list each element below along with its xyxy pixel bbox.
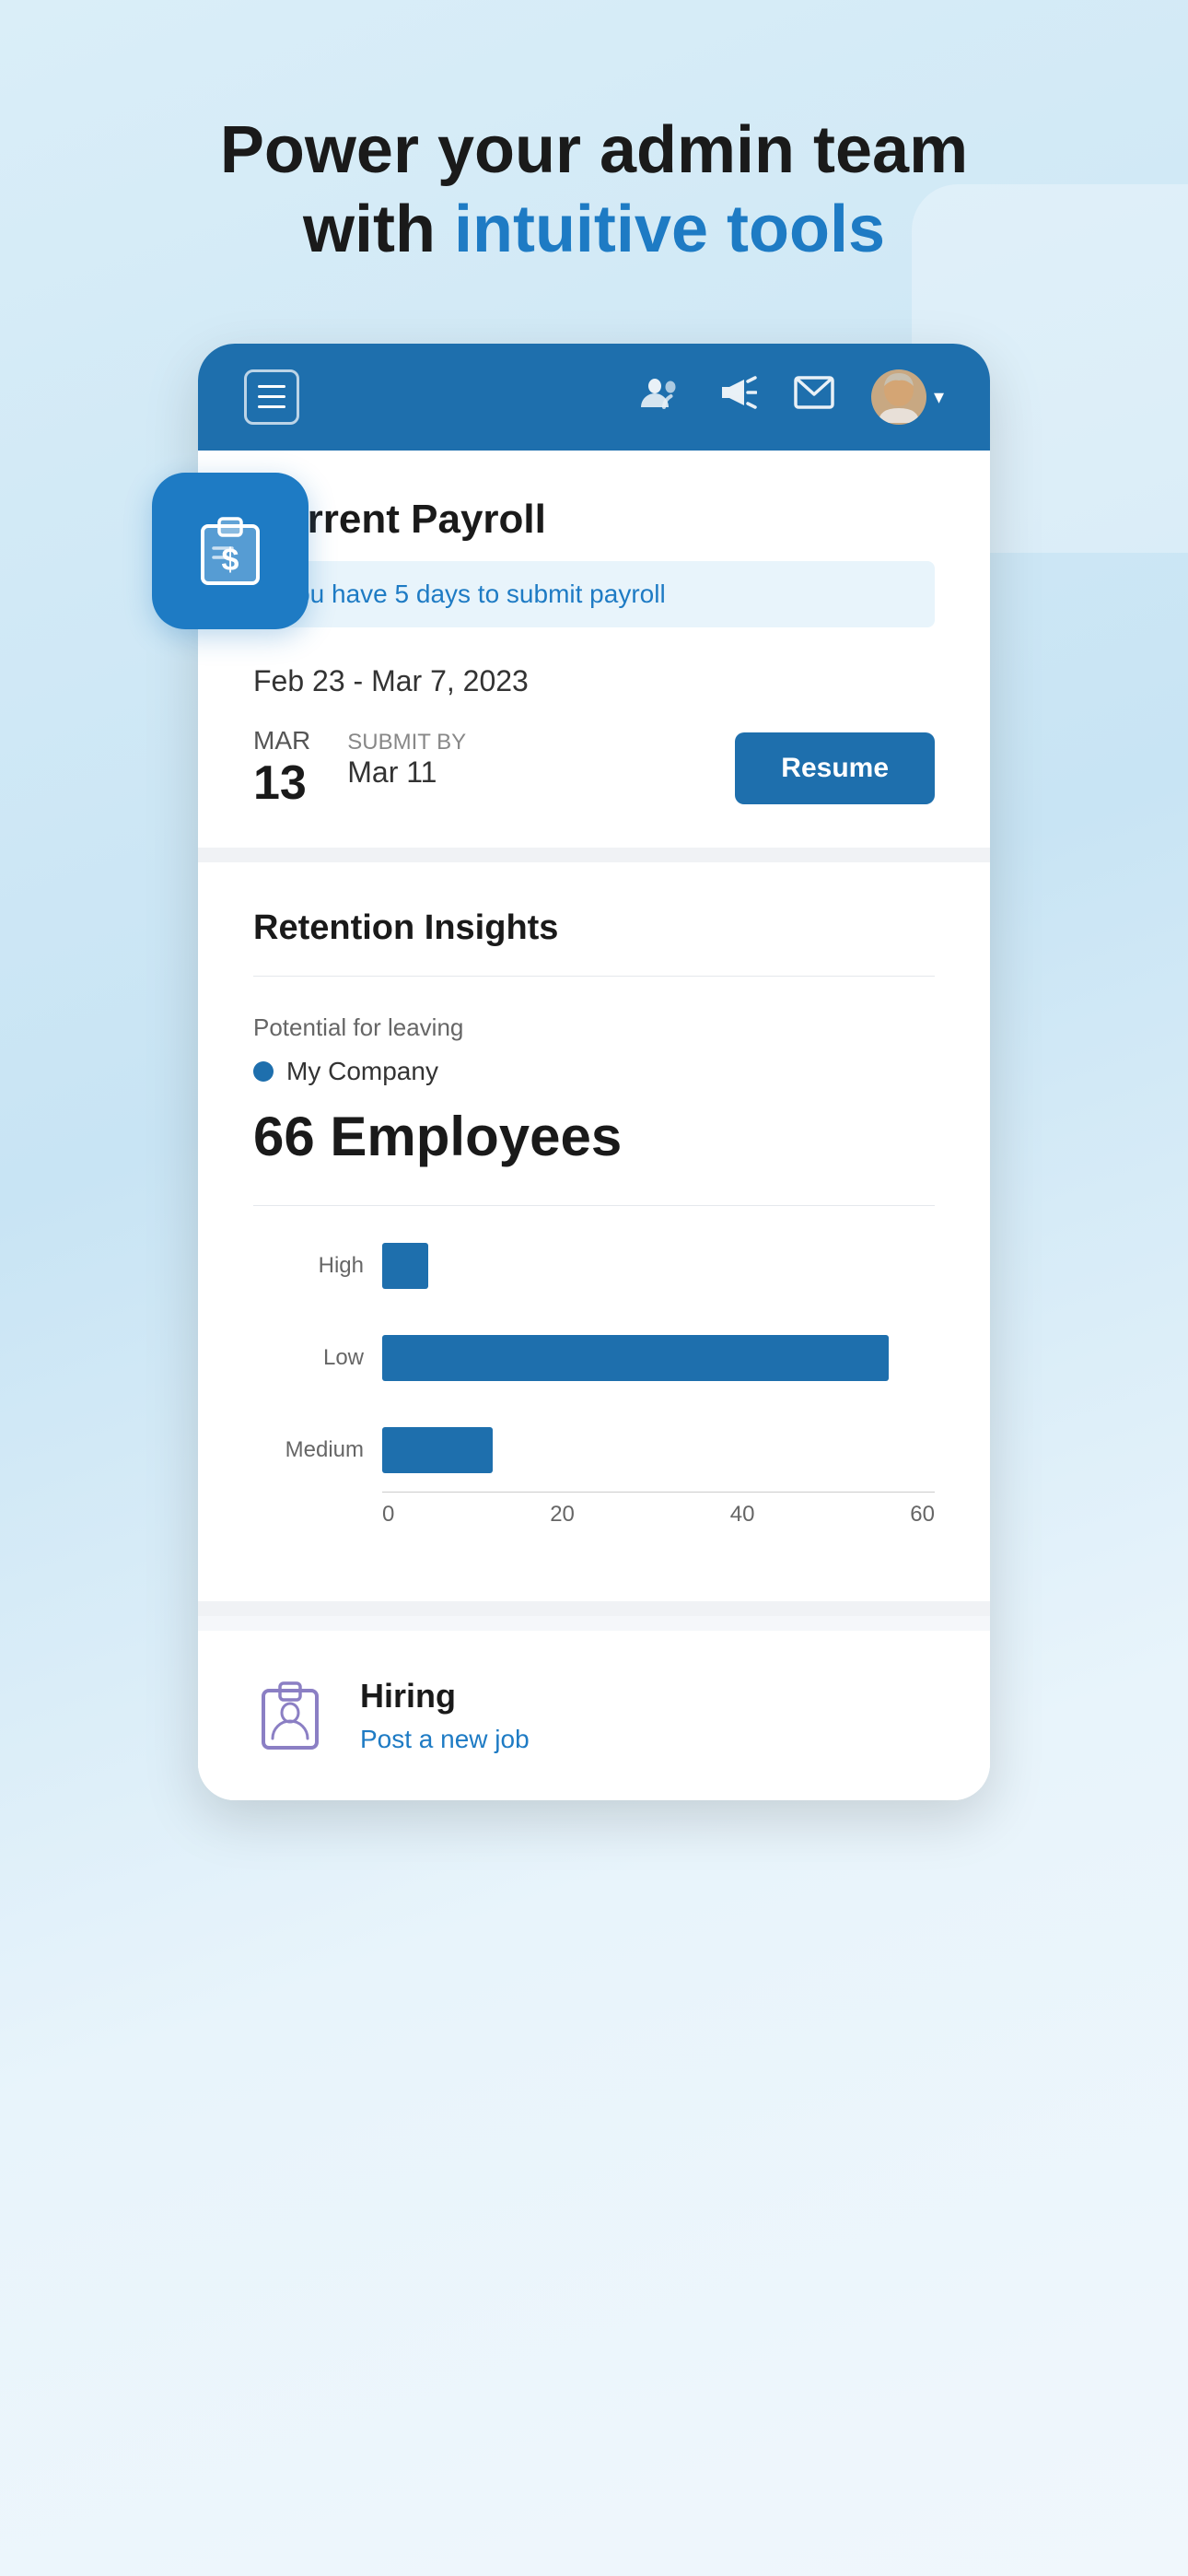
bar-label-low: Low — [253, 1345, 364, 1371]
payroll-svg-icon: $ — [189, 509, 272, 592]
retention-bar-chart: High Low Medium — [253, 1243, 935, 1555]
submit-by-label: SUBMIT BY — [347, 730, 466, 755]
people-icon[interactable] — [639, 374, 680, 419]
axis-label-0: 0 — [382, 1502, 394, 1528]
bar-fill-medium — [382, 1427, 493, 1473]
axis-label-40: 40 — [730, 1502, 755, 1528]
payroll-title: Current Payroll — [253, 497, 935, 543]
payroll-month-day: MAR 13 — [253, 726, 310, 811]
payroll-month: MAR 13 — [253, 726, 310, 811]
retention-title: Retention Insights — [253, 908, 935, 977]
bar-row-high: High — [253, 1243, 935, 1289]
floating-payroll-icon: $ — [152, 473, 309, 629]
company-dot-row: My Company — [253, 1057, 935, 1086]
bar-fill-high — [382, 1243, 428, 1289]
bar-label-high: High — [253, 1253, 364, 1279]
menu-line-2 — [258, 395, 285, 398]
chart-x-axis-line — [382, 1492, 935, 1493]
hiring-icon-wrap — [253, 1679, 327, 1752]
mail-icon[interactable] — [794, 376, 834, 417]
nav-icons-group: ▾ — [639, 369, 944, 425]
user-avatar — [871, 369, 926, 425]
section-divider-2 — [198, 1601, 990, 1616]
bar-fill-low — [382, 1335, 889, 1381]
post-job-link[interactable]: Post a new job — [360, 1725, 530, 1753]
payroll-alert-text: You have 5 days to submit payroll — [281, 580, 666, 608]
bar-row-medium: Medium — [253, 1427, 935, 1473]
bar-label-medium: Medium — [253, 1437, 364, 1463]
employees-count: 66 Employees — [253, 1105, 935, 1168]
hiring-section: Hiring Post a new job — [198, 1631, 990, 1800]
menu-line-3 — [258, 405, 285, 408]
bar-track-medium — [382, 1427, 935, 1473]
payroll-alert-banner: You have 5 days to submit payroll — [253, 561, 935, 627]
menu-line-1 — [258, 385, 285, 388]
user-avatar-button[interactable]: ▾ — [871, 369, 944, 425]
hero-title: Power your admin team with intuitive too… — [37, 111, 1151, 270]
chart-divider — [253, 1205, 935, 1206]
company-dot — [253, 1061, 274, 1082]
section-divider-1 — [198, 848, 990, 862]
hiring-title: Hiring — [360, 1677, 530, 1715]
main-content: Current Payroll You have 5 days to submi… — [198, 451, 990, 1800]
hero-accent: intuitive tools — [454, 193, 885, 266]
axis-label-60: 60 — [910, 1502, 935, 1528]
payroll-section: Current Payroll You have 5 days to submi… — [198, 451, 990, 848]
payroll-meta-row: MAR 13 SUBMIT BY Mar 11 Resume — [253, 726, 935, 811]
hero-line1: Power your admin team — [220, 113, 968, 187]
hiring-content: Hiring Post a new job — [360, 1677, 530, 1754]
payroll-date-range: Feb 23 - Mar 7, 2023 — [253, 664, 935, 698]
avatar-dropdown-arrow: ▾ — [934, 385, 944, 409]
retention-section: Retention Insights Potential for leaving… — [198, 862, 990, 1601]
submit-by-date: Mar 11 — [347, 755, 466, 790]
menu-button[interactable] — [244, 369, 299, 425]
bar-track-high — [382, 1243, 935, 1289]
main-card: ▾ Current Payroll You have 5 days to sub… — [198, 344, 990, 1800]
submit-by-block: SUBMIT BY Mar 11 — [347, 730, 466, 790]
axis-label-20: 20 — [550, 1502, 575, 1528]
phone-wrapper: $ — [198, 344, 990, 1800]
navbar: ▾ — [198, 344, 990, 451]
hiring-icon — [256, 1678, 325, 1753]
payroll-date-info: MAR 13 SUBMIT BY Mar 11 — [253, 726, 466, 811]
bar-row-low: Low — [253, 1335, 935, 1381]
chart-x-axis-labels: 0 20 40 60 — [382, 1502, 935, 1528]
megaphone-icon[interactable] — [716, 374, 757, 419]
company-name: My Company — [286, 1057, 438, 1086]
hero-line2-plain: with — [303, 193, 454, 266]
potential-label: Potential for leaving — [253, 1013, 935, 1042]
bar-track-low — [382, 1335, 935, 1381]
hero-section: Power your admin team with intuitive too… — [0, 0, 1188, 344]
resume-button[interactable]: Resume — [735, 732, 935, 804]
